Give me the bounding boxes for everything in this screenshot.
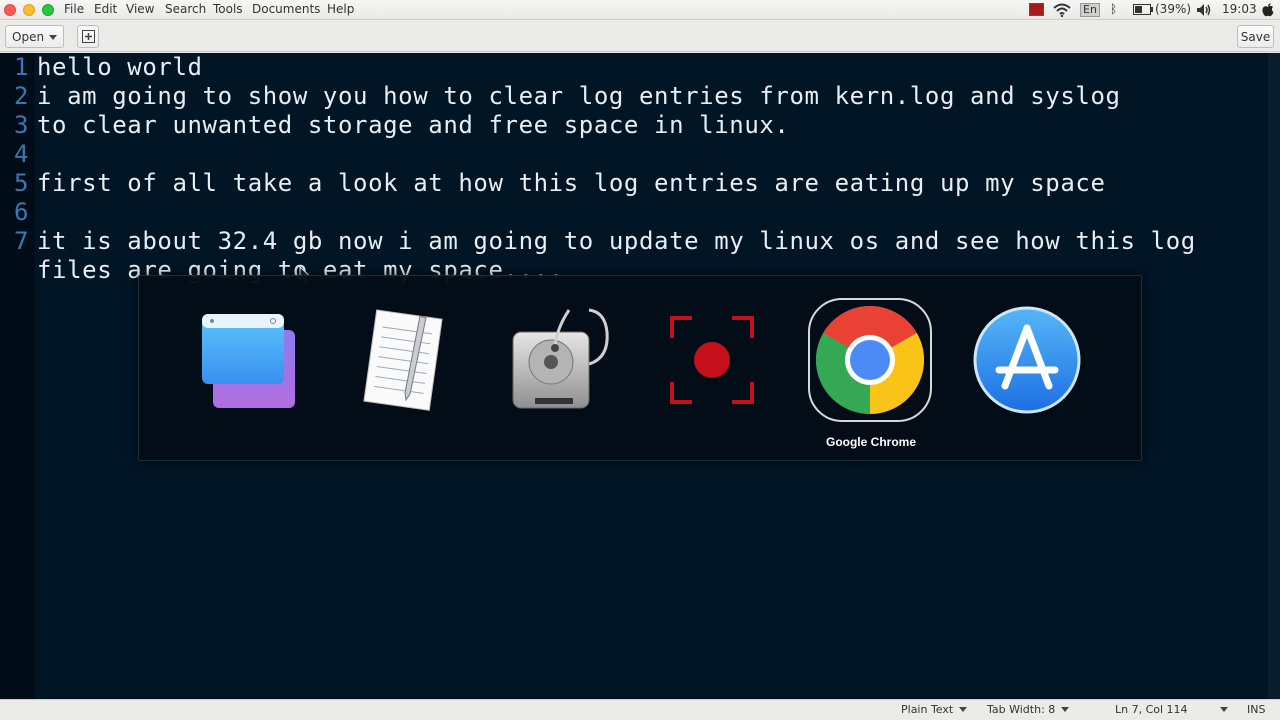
code-line[interactable]: hello world (37, 53, 203, 82)
keyboard-layout-indicator[interactable]: En (1080, 3, 1100, 17)
new-document-button[interactable] (77, 25, 99, 48)
app-switcher-item[interactable] (495, 298, 619, 422)
app-switcher-item[interactable] (185, 298, 309, 422)
insert-mode-indicator: INS (1247, 703, 1266, 716)
vertical-scrollbar[interactable] (1268, 53, 1280, 699)
apple-menu-icon[interactable] (1262, 3, 1274, 17)
menu-view[interactable]: View (126, 2, 154, 16)
open-button[interactable]: Open (5, 25, 64, 48)
wifi-icon[interactable] (1053, 3, 1071, 17)
line-number-gutter: 1 2 3 4 5 6 7 (0, 53, 35, 699)
line-number: 2 (14, 82, 29, 110)
chevron-down-icon (49, 35, 57, 40)
new-document-icon (82, 30, 95, 43)
code-line[interactable]: it is about 32.4 gb now i am going to up… (37, 227, 1196, 256)
menu-file[interactable]: File (64, 2, 84, 16)
cursor-position-label: Ln 7, Col 114 (1115, 703, 1188, 716)
line-number: 5 (14, 169, 29, 197)
app-store-icon (973, 306, 1081, 414)
code-line[interactable]: i am going to show you how to clear log … (37, 82, 1121, 111)
tab-width-label: Tab Width: 8 (987, 703, 1056, 716)
code-line[interactable]: to clear unwanted storage and free space… (37, 111, 789, 140)
app-switcher-item[interactable] (965, 298, 1089, 422)
app-switcher-item-selected[interactable] (808, 298, 932, 422)
language-label: Plain Text (901, 703, 954, 716)
line-number: 1 (14, 53, 29, 81)
disk-utility-icon (512, 308, 609, 409)
editor-toolbar: Open Save (0, 20, 1280, 52)
menu-documents[interactable]: Documents (252, 2, 320, 16)
battery-percentage: (39%) (1155, 2, 1192, 16)
menu-edit[interactable]: Edit (94, 2, 117, 16)
chevron-down-icon (1219, 707, 1228, 712)
clock[interactable]: 19:03 (1222, 2, 1257, 16)
chevron-down-icon (1061, 707, 1070, 712)
code-line[interactable]: first of all take a look at how this log… (37, 169, 1106, 198)
bluetooth-icon[interactable]: ᛒ (1110, 2, 1117, 16)
window-minimize-button[interactable] (23, 4, 35, 16)
text-editor-icon (363, 309, 443, 411)
screen-recorder-icon (670, 316, 754, 404)
volume-icon[interactable] (1196, 3, 1212, 17)
chrome-icon (815, 306, 925, 414)
tab-width-selector[interactable]: Tab Width: 8 (987, 703, 1070, 716)
line-number: 6 (14, 198, 29, 226)
battery-icon[interactable] (1133, 4, 1153, 15)
window-close-button[interactable] (4, 4, 16, 16)
recording-indicator-icon[interactable] (1029, 3, 1044, 16)
top-menu-bar: File Edit View Search Tools Documents He… (0, 0, 1280, 20)
window-maximize-button[interactable] (42, 4, 54, 16)
selected-app-label: Google Chrome (825, 435, 916, 449)
app-switcher: Google Chrome (138, 275, 1142, 461)
line-number: 4 (14, 140, 29, 168)
menu-help[interactable]: Help (327, 2, 354, 16)
open-button-label: Open (12, 30, 45, 44)
finder-window-icon (202, 314, 295, 408)
cursor-position-selector[interactable]: Ln 7, Col 114 (1115, 703, 1228, 716)
save-button[interactable]: Save (1237, 25, 1274, 48)
app-switcher-item[interactable] (650, 298, 774, 422)
chevron-down-icon (959, 707, 968, 712)
menu-search[interactable]: Search (165, 2, 206, 16)
line-number: 7 (14, 227, 29, 255)
status-bar: Plain Text Tab Width: 8 Ln 7, Col 114 IN… (0, 699, 1280, 720)
menu-tools[interactable]: Tools (213, 2, 243, 16)
language-selector[interactable]: Plain Text (901, 703, 968, 716)
app-switcher-item[interactable] (340, 298, 464, 422)
line-number: 3 (14, 111, 29, 139)
